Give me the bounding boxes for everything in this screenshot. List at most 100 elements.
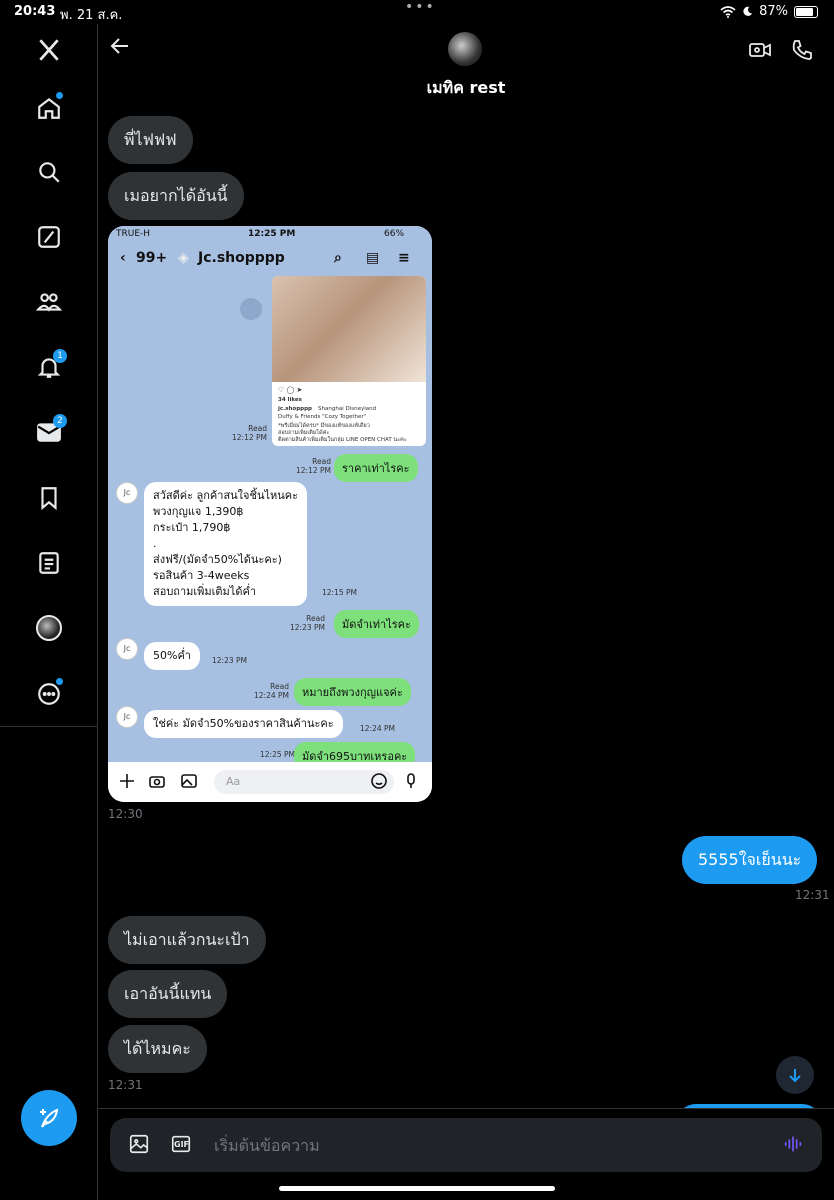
gif-label: GIF xyxy=(174,1140,190,1149)
line-message-incoming: 50%ค่ำ xyxy=(144,642,200,670)
conversation-avatar[interactable] xyxy=(448,32,482,66)
unread-count: 99+ xyxy=(136,250,168,266)
sidebar-item-notifications[interactable]: 1 xyxy=(29,347,69,387)
voice-message-button[interactable] xyxy=(782,1133,806,1157)
sidebar-item-bookmarks[interactable] xyxy=(29,478,69,518)
message-bubble-incoming[interactable]: ไม่เอาแล้วกนะเป้า xyxy=(108,916,266,964)
add-gif-button[interactable]: GIF xyxy=(170,1133,194,1157)
sidebar-item-messages[interactable]: 2 xyxy=(29,412,69,452)
sidebar-item-profile[interactable] xyxy=(29,608,69,648)
message-bubble-incoming[interactable]: พี่ไฟฟฟ xyxy=(108,116,193,164)
shield-icon: ◈ xyxy=(178,250,189,266)
message-bubble-incoming[interactable]: ได้ไหมคะ xyxy=(108,1025,207,1073)
message-composer: GIF xyxy=(110,1118,822,1172)
phone-icon xyxy=(792,40,812,60)
message-timestamp: 12:30 xyxy=(108,807,143,821)
shop-avatar: Jc xyxy=(116,482,138,504)
message-bubble-incoming[interactable]: เอาอันนี้แทน xyxy=(108,970,228,1018)
image-icon xyxy=(181,774,197,788)
attachment-status-bar: TRUE-H 12:25 PM 66% xyxy=(108,226,432,244)
chevron-left-icon: ‹ xyxy=(120,250,126,266)
line-read-ts: Read 12:24 PM xyxy=(254,682,289,700)
message-bubble-incoming[interactable]: เมอยากได้อันนี้ xyxy=(108,172,244,220)
arrow-down-icon xyxy=(789,1069,801,1083)
compose-feather-icon xyxy=(40,1108,59,1128)
post-action-icons: ♡ ◯ ➤ xyxy=(278,386,303,394)
line-message-incoming: สวัสดีค่ะ ลูกค้าสนใจชิ้นไหนคะ พวงกุญแจ 1… xyxy=(144,482,308,606)
conversation-name[interactable]: เมทิค rest xyxy=(98,76,834,101)
messages-badge: 2 xyxy=(53,414,67,428)
sidebar-item-communities[interactable] xyxy=(29,282,69,322)
post-line: ติดตามสินค้าเพิ่มเติมในกลุ่ม LINE OPEN C… xyxy=(278,437,407,443)
compose-post-button[interactable] xyxy=(21,1090,77,1146)
search-icon xyxy=(39,162,60,183)
camera-icon xyxy=(149,776,165,788)
message-image-attachment[interactable]: TRUE-H 12:25 PM 66% ‹ 99+ ◈ Jc.shopppp ⌕… xyxy=(108,226,432,802)
x-logo-icon[interactable] xyxy=(29,30,69,70)
notifications-badge: 1 xyxy=(53,349,67,363)
emoji-icon xyxy=(371,773,387,789)
post-likes: 34 likes xyxy=(278,397,302,403)
notes-icon: ▤ xyxy=(366,250,380,266)
status-date: พ. 21 ส.ค. xyxy=(60,8,123,23)
scroll-to-bottom-button[interactable] xyxy=(776,1056,814,1094)
line-ts: 12:15 PM xyxy=(322,588,357,597)
line-message-outgoing: หมายถึงพวงกุญแจค่ะ xyxy=(294,678,411,706)
communities-icon xyxy=(36,293,62,312)
voice-call-button[interactable] xyxy=(790,38,814,62)
line-ts: 12:24 PM xyxy=(360,724,395,733)
avatar xyxy=(36,615,62,641)
product-photo xyxy=(272,276,426,382)
video-camera-icon xyxy=(749,43,771,57)
shop-avatar: Jc xyxy=(116,706,138,728)
status-time: 20:43 xyxy=(14,4,56,19)
message-bubble-outgoing[interactable]: 5555ใจเย็นนะ xyxy=(682,836,818,884)
lists-icon xyxy=(39,552,59,574)
plus-icon xyxy=(120,774,134,788)
message-timestamp: 12:31 xyxy=(108,1078,143,1092)
message-input[interactable] xyxy=(214,1130,754,1160)
line-ts: 12:25 PM xyxy=(260,750,295,759)
line-read-ts: Read 12:23 PM xyxy=(290,614,325,632)
image-icon xyxy=(129,1134,149,1154)
video-call-button[interactable] xyxy=(748,38,772,62)
line-read-ts: Read 12:12 PM xyxy=(232,424,267,442)
line-message-input: Aa xyxy=(214,770,394,794)
line-ts: 12:23 PM xyxy=(212,656,247,665)
back-button[interactable] xyxy=(108,34,140,66)
sidebar-item-explore[interactable] xyxy=(29,152,69,192)
attachment-time: 12:25 PM xyxy=(248,229,296,239)
back-arrow-icon xyxy=(110,38,128,54)
moon-icon xyxy=(743,6,753,16)
conversation-header: เมทิค rest xyxy=(98,24,834,104)
battery-percent: 87% xyxy=(759,4,788,19)
add-photo-button[interactable] xyxy=(128,1133,152,1157)
sidebar-divider xyxy=(0,726,98,727)
status-bar: 20:43 พ. 21 ส.ค. ••• 87% xyxy=(0,0,834,24)
attachment-battery: 66% xyxy=(384,229,405,239)
home-indicator[interactable] xyxy=(279,1186,555,1191)
sidebar-item-lists[interactable] xyxy=(29,543,69,583)
post-caption: Duffy & Friends "Cozy Together" xyxy=(278,414,367,420)
grok-icon xyxy=(38,226,60,248)
multitasking-dots-icon[interactable]: ••• xyxy=(405,0,436,15)
post-account: jc.shopppp xyxy=(278,406,312,412)
battery-icon xyxy=(794,5,818,18)
menu-icon: ≡ xyxy=(398,250,410,266)
wifi-icon xyxy=(720,5,736,18)
line-read-ts: Read 12:12 PM xyxy=(296,457,331,475)
microphone-icon xyxy=(407,773,415,788)
line-message-incoming: ใช่ค่ะ มัดจำ50%ของราคาสินค้านะคะ xyxy=(144,710,343,738)
voice-waveform-icon xyxy=(784,1136,802,1152)
sidebar-item-more[interactable] xyxy=(29,674,69,714)
sidebar-item-grok[interactable] xyxy=(29,217,69,257)
message-timestamp: 12:31 xyxy=(795,888,830,902)
bookmark-icon xyxy=(41,487,57,511)
more-unread-dot xyxy=(56,678,63,685)
line-message-outgoing: มัดจำเท่าไรคะ xyxy=(334,610,419,638)
battery-fill xyxy=(796,7,814,16)
line-input-bar: Aa xyxy=(108,762,432,802)
shop-avatar: Jc xyxy=(116,638,138,660)
sidebar-item-home[interactable] xyxy=(29,88,69,128)
line-message-outgoing: ราคาเท่าไรคะ xyxy=(334,454,418,482)
